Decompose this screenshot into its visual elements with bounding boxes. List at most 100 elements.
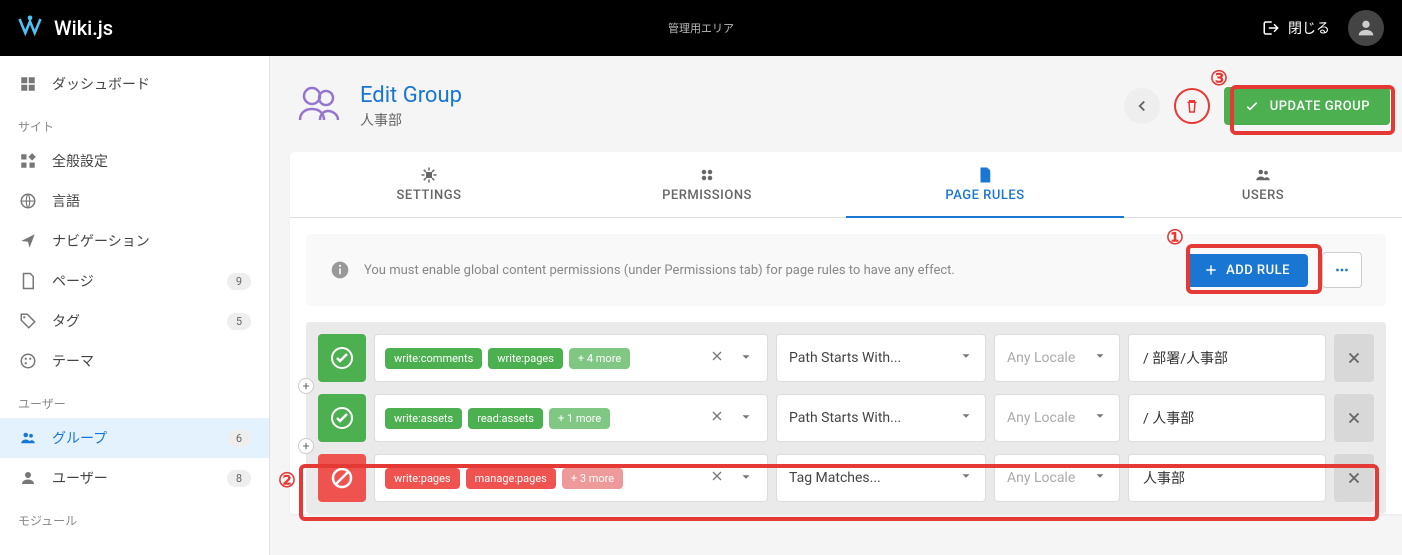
- update-group-label: UPDATE GROUP: [1270, 99, 1370, 114]
- locale-select[interactable]: Any Locale: [994, 454, 1120, 502]
- sidebar-item-general[interactable]: 全般設定: [0, 141, 269, 181]
- globe-icon: [18, 192, 38, 210]
- rule-connector[interactable]: +: [298, 378, 314, 394]
- page-title: Edit Group: [360, 83, 462, 108]
- path-value: / 部署/人事部: [1143, 348, 1228, 368]
- match-type-select[interactable]: Path Starts With...: [776, 334, 986, 382]
- widgets-icon: [18, 152, 38, 170]
- permission-chip: write:pages: [385, 468, 460, 489]
- tab-label: PAGE RULES: [945, 188, 1024, 203]
- wiki-logo-icon: [16, 12, 44, 44]
- arrow-left-icon: [1133, 97, 1151, 115]
- logo[interactable]: Wiki.js: [0, 12, 113, 44]
- rule-connector[interactable]: +: [298, 438, 314, 454]
- sidebar-item-locale[interactable]: 言語: [0, 181, 269, 221]
- permission-chip: write:pages: [488, 348, 563, 369]
- page-subtitle: 人事部: [360, 110, 462, 130]
- close-label: 閉じる: [1288, 18, 1330, 38]
- match-type-select[interactable]: Path Starts With...: [776, 394, 986, 442]
- permission-chip: write:comments: [385, 348, 482, 369]
- sidebar-item-label: ダッシュボード: [52, 74, 150, 94]
- sidebar-section-users: ユーザー: [0, 381, 269, 418]
- page-header: Edit Group 人事部 UPDATE GROUP: [290, 76, 1402, 152]
- path-input[interactable]: 人事部: [1128, 454, 1326, 502]
- locale-value: Any Locale: [1007, 410, 1075, 426]
- match-value: Tag Matches...: [789, 470, 881, 486]
- tab-settings[interactable]: SETTINGS: [290, 152, 568, 217]
- content-card: SETTINGS PERMISSIONS PAGE RULES USERS Yo…: [290, 152, 1402, 514]
- locale-select[interactable]: Any Locale: [994, 334, 1120, 382]
- rule-mode-allow[interactable]: [318, 394, 366, 442]
- permissions-select[interactable]: write:assets read:assets + 1 more: [374, 394, 768, 442]
- delete-rule-button[interactable]: [1334, 454, 1374, 502]
- sidebar-item-theme[interactable]: テーマ: [0, 341, 269, 381]
- permission-chip: manage:pages: [466, 468, 556, 489]
- tag-icon: [18, 312, 38, 330]
- rules-list: + + write:comments write:pages + 4 more: [306, 322, 1386, 514]
- path-value: 人事部: [1143, 468, 1185, 488]
- group-large-icon: [294, 80, 342, 132]
- update-group-button[interactable]: UPDATE GROUP: [1224, 87, 1390, 125]
- chevron-down-icon[interactable]: [735, 465, 757, 492]
- delete-rule-button[interactable]: [1334, 394, 1374, 442]
- sidebar-item-label: ナビゲーション: [52, 231, 150, 251]
- tab-permissions[interactable]: PERMISSIONS: [568, 152, 846, 217]
- add-rule-label: ADD RULE: [1226, 263, 1290, 278]
- match-type-select[interactable]: Tag Matches...: [776, 454, 986, 502]
- rule-mode-deny[interactable]: [318, 454, 366, 502]
- tab-page-rules[interactable]: PAGE RULES: [846, 152, 1124, 217]
- match-value: Path Starts With...: [789, 350, 901, 366]
- path-input[interactable]: / 人事部: [1128, 394, 1326, 442]
- clear-icon[interactable]: [705, 404, 729, 432]
- delete-rule-button[interactable]: [1334, 334, 1374, 382]
- info-icon: [330, 260, 350, 280]
- check-circle-icon: [330, 346, 354, 370]
- permissions-icon: [698, 166, 716, 184]
- tab-users[interactable]: USERS: [1124, 152, 1402, 217]
- avatar[interactable]: [1348, 10, 1384, 46]
- back-button[interactable]: [1124, 88, 1160, 124]
- tab-label: SETTINGS: [397, 188, 462, 203]
- sidebar-item-pages[interactable]: ページ 9: [0, 261, 269, 301]
- users-tab-icon: [1254, 166, 1272, 184]
- permission-more-chip: + 1 more: [549, 408, 610, 429]
- rule-mode-allow[interactable]: [318, 334, 366, 382]
- sidebar-item-tags[interactable]: タグ 5: [0, 301, 269, 341]
- clear-icon[interactable]: [705, 344, 729, 372]
- sidebar-item-label: グループ: [52, 428, 107, 448]
- sidebar-item-label: ページ: [52, 271, 94, 291]
- sidebar-item-groups[interactable]: グループ 6: [0, 418, 269, 458]
- sidebar-item-dashboard[interactable]: ダッシュボード: [0, 64, 269, 104]
- info-message: You must enable global content permissio…: [364, 263, 1172, 278]
- sidebar-item-label: ユーザー: [52, 468, 108, 488]
- clear-icon[interactable]: [705, 464, 729, 492]
- palette-icon: [18, 352, 38, 370]
- sidebar-item-label: 言語: [52, 191, 80, 211]
- permissions-select[interactable]: write:comments write:pages + 4 more: [374, 334, 768, 382]
- close-icon: [1345, 349, 1363, 367]
- sidebar-item-users[interactable]: ユーザー 8: [0, 458, 269, 498]
- locale-value: Any Locale: [1007, 470, 1075, 486]
- permission-more-chip: + 3 more: [562, 468, 623, 489]
- chevron-down-icon: [959, 409, 973, 427]
- sidebar-item-navigation[interactable]: ナビゲーション: [0, 221, 269, 261]
- page-icon: [18, 272, 38, 290]
- close-button[interactable]: 閉じる: [1262, 18, 1330, 38]
- tabs: SETTINGS PERMISSIONS PAGE RULES USERS: [290, 152, 1402, 218]
- locale-select[interactable]: Any Locale: [994, 394, 1120, 442]
- block-icon: [330, 466, 354, 490]
- groups-count-badge: 6: [227, 430, 251, 447]
- chevron-down-icon: [1093, 349, 1107, 367]
- trash-icon: [1183, 97, 1201, 115]
- close-icon: [1345, 469, 1363, 487]
- add-rule-button[interactable]: ADD RULE: [1186, 254, 1308, 287]
- path-input[interactable]: / 部署/人事部: [1128, 334, 1326, 382]
- more-options-button[interactable]: [1322, 252, 1362, 288]
- delete-group-button[interactable]: [1174, 88, 1210, 124]
- permissions-select[interactable]: write:pages manage:pages + 3 more: [374, 454, 768, 502]
- info-bar: You must enable global content permissio…: [306, 234, 1386, 306]
- path-value: / 人事部: [1143, 408, 1194, 428]
- match-value: Path Starts With...: [789, 410, 901, 426]
- chevron-down-icon[interactable]: [735, 405, 757, 432]
- chevron-down-icon[interactable]: [735, 345, 757, 372]
